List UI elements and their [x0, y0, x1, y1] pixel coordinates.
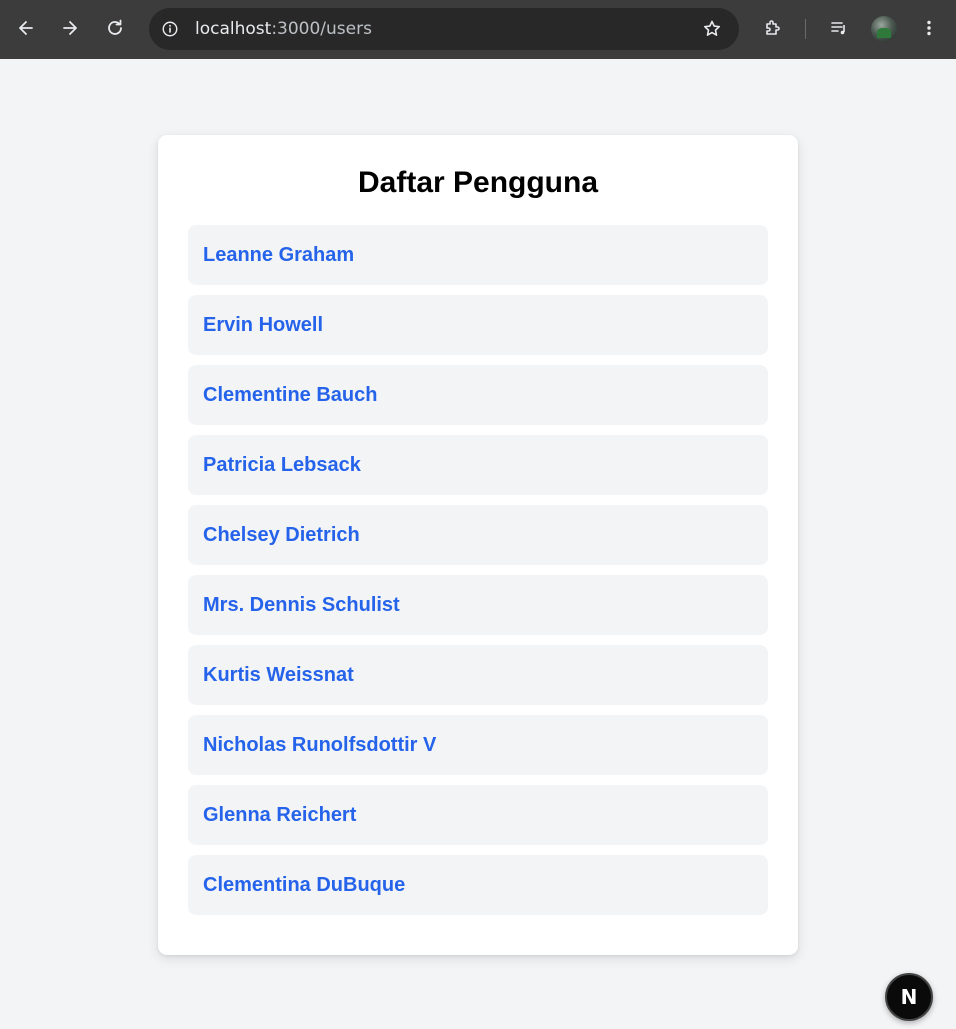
list-item[interactable]: Kurtis Weissnat [188, 645, 768, 705]
nextjs-logo-icon: N [900, 985, 918, 1009]
url-text[interactable]: localhost:3000/users [195, 19, 372, 39]
user-link[interactable]: Clementina DuBuque [203, 874, 405, 897]
user-link[interactable]: Nicholas Runolfsdottir V [203, 734, 436, 757]
user-list: Leanne Graham Ervin Howell Clementine Ba… [188, 225, 768, 925]
browser-toolbar: localhost:3000/users [0, 0, 956, 59]
page-title: Daftar Pengguna [357, 166, 599, 199]
info-icon[interactable] [159, 18, 181, 40]
user-link[interactable]: Leanne Graham [203, 244, 354, 267]
back-icon[interactable] [10, 12, 42, 44]
list-item[interactable]: Glenna Reichert [188, 785, 768, 845]
list-item[interactable]: Chelsey Dietrich [188, 505, 768, 565]
forward-icon[interactable] [54, 12, 86, 44]
user-link[interactable]: Clementine Bauch [203, 384, 377, 407]
reload-icon[interactable] [99, 12, 131, 44]
menu-icon[interactable] [913, 12, 945, 44]
profile-avatar[interactable] [871, 16, 897, 42]
list-item[interactable]: Nicholas Runolfsdottir V [188, 715, 768, 775]
media-icon[interactable] [823, 12, 855, 44]
user-link[interactable]: Ervin Howell [203, 314, 323, 337]
list-item[interactable]: Leanne Graham [188, 225, 768, 285]
list-item[interactable]: Clementina DuBuque [188, 855, 768, 915]
user-link[interactable]: Glenna Reichert [203, 804, 356, 827]
toolbar-divider [805, 19, 806, 39]
star-icon[interactable] [701, 18, 723, 40]
url-path: :3000/users [271, 19, 372, 39]
user-link[interactable]: Mrs. Dennis Schulist [203, 594, 400, 617]
extensions-icon[interactable] [757, 12, 789, 44]
nextjs-dev-badge[interactable]: N [885, 973, 933, 1021]
user-link[interactable]: Chelsey Dietrich [203, 524, 360, 547]
list-item[interactable]: Clementine Bauch [188, 365, 768, 425]
list-item[interactable]: Patricia Lebsack [188, 435, 768, 495]
user-link[interactable]: Patricia Lebsack [203, 454, 361, 477]
users-card: Daftar Pengguna Leanne Graham Ervin Howe… [158, 135, 798, 955]
list-item[interactable]: Mrs. Dennis Schulist [188, 575, 768, 635]
user-link[interactable]: Kurtis Weissnat [203, 664, 354, 687]
list-item[interactable]: Ervin Howell [188, 295, 768, 355]
url-host: localhost [195, 19, 272, 39]
address-bar[interactable]: localhost:3000/users [149, 8, 739, 50]
